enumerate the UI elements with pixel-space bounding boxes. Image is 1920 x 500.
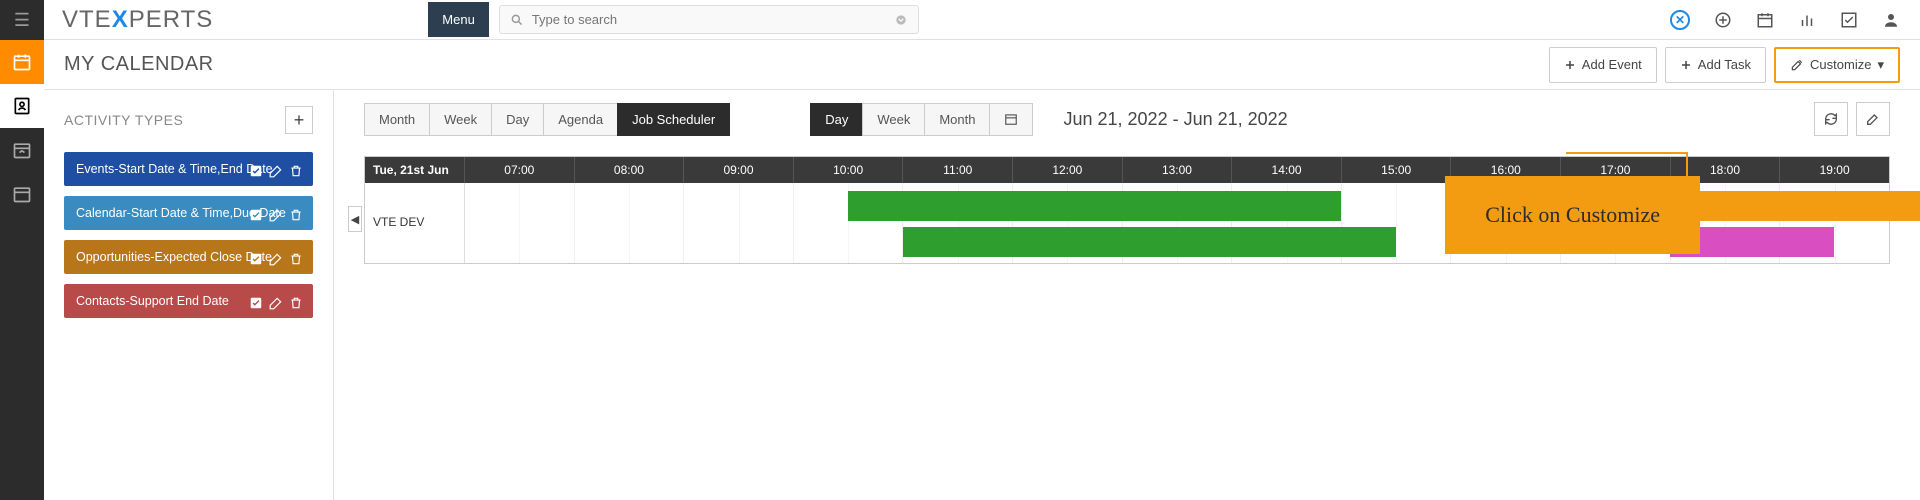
rail-schedule-icon[interactable]: [0, 172, 44, 216]
add-task-button[interactable]: Add Task: [1665, 47, 1766, 83]
timeline-gridline: [575, 183, 685, 263]
activity-type-card[interactable]: Events-Start Date & Time,End Date: [64, 152, 313, 186]
search-icon: [510, 13, 524, 27]
toggle-icon[interactable]: [249, 164, 263, 178]
search-input[interactable]: [532, 12, 894, 27]
customize-button[interactable]: Customize ▾: [1774, 47, 1900, 83]
checkbox-icon[interactable]: [1840, 11, 1858, 29]
rail-share-icon[interactable]: [0, 128, 44, 172]
delete-icon[interactable]: [289, 252, 303, 266]
timeline-hour-header: 11:00: [903, 157, 1013, 183]
activity-type-card[interactable]: Contacts-Support End Date: [64, 284, 313, 318]
date-range-label: Jun 21, 2022 - Jun 21, 2022: [1063, 109, 1287, 130]
calendar-content: MonthWeekDayAgendaJob Scheduler DayWeekM…: [334, 90, 1920, 500]
activity-types-panel: ACTIVITY TYPES + Events-Start Date & Tim…: [44, 90, 334, 500]
menu-button[interactable]: Menu: [428, 2, 489, 37]
view-tab-day[interactable]: Day: [491, 103, 544, 136]
timeline-bar[interactable]: [848, 191, 1341, 221]
display-mode-tabs: MonthWeekDayAgendaJob Scheduler: [364, 103, 730, 136]
range-tab-week[interactable]: Week: [862, 103, 925, 136]
rail-calendar-icon[interactable]: [0, 40, 44, 84]
timeline-hour-header: 15:00: [1342, 157, 1452, 183]
user-icon[interactable]: [1882, 11, 1900, 29]
delete-icon[interactable]: [289, 296, 303, 310]
toggle-icon[interactable]: [249, 208, 263, 222]
activity-type-card[interactable]: Opportunities-Expected Close Date: [64, 240, 313, 274]
timeline-hour-header: 08:00: [575, 157, 685, 183]
timeline-bar[interactable]: [903, 227, 1396, 257]
timeline-hour-header: 09:00: [684, 157, 794, 183]
timeline-hour-header: 07:00: [465, 157, 575, 183]
timeline-gridline: [684, 183, 794, 263]
activity-type-card[interactable]: Calendar-Start Date & Time,Due Date: [64, 196, 313, 230]
logo: VTEXPERTS: [62, 6, 213, 34]
datepicker-button[interactable]: [989, 103, 1033, 136]
topbar-right-icons: ✕: [1670, 10, 1900, 30]
timeline-hour-header: 14:00: [1232, 157, 1342, 183]
chart-icon[interactable]: [1798, 11, 1816, 29]
page-titlebar: MY CALENDAR Add Event Add Task Customize…: [44, 40, 1920, 90]
view-tab-job-scheduler[interactable]: Job Scheduler: [617, 103, 730, 136]
chevron-down-icon[interactable]: [894, 13, 908, 27]
range-tab-day[interactable]: Day: [810, 103, 863, 136]
timeline-hour-header: 12:00: [1013, 157, 1123, 183]
timeline-day-label: Tue, 21st Jun: [365, 157, 465, 183]
timeline-hour-header: 10:00: [794, 157, 904, 183]
settings-button[interactable]: [1856, 102, 1890, 136]
view-tab-week[interactable]: Week: [429, 103, 492, 136]
edit-icon[interactable]: [269, 252, 283, 266]
calendar-icon[interactable]: [1756, 11, 1774, 29]
refresh-button[interactable]: [1814, 102, 1848, 136]
timeline-prev-button[interactable]: ◀: [348, 206, 362, 232]
range-mode-tabs: DayWeekMonth: [810, 103, 1033, 136]
left-nav-rail: ☰: [0, 0, 44, 500]
global-search[interactable]: [499, 5, 919, 34]
view-tab-agenda[interactable]: Agenda: [543, 103, 618, 136]
hamburger-icon[interactable]: ☰: [0, 0, 44, 40]
toggle-icon[interactable]: [249, 252, 263, 266]
timeline-row-label: VTE DEV: [365, 183, 465, 263]
rail-contacts-icon[interactable]: [0, 84, 44, 128]
caret-down-icon: ▾: [1877, 57, 1884, 73]
delete-icon[interactable]: [289, 208, 303, 222]
add-event-button[interactable]: Add Event: [1549, 47, 1657, 83]
edit-icon[interactable]: [269, 208, 283, 222]
add-activity-type-button[interactable]: +: [285, 106, 313, 134]
tutorial-callout: Click on Customize: [1445, 176, 1700, 254]
view-tab-month[interactable]: Month: [364, 103, 430, 136]
brand-circle-icon[interactable]: ✕: [1670, 10, 1690, 30]
edit-icon[interactable]: [269, 164, 283, 178]
activity-types-heading: ACTIVITY TYPES: [64, 112, 183, 128]
timeline-hour-header: 19:00: [1780, 157, 1889, 183]
range-tab-month[interactable]: Month: [924, 103, 990, 136]
timeline-gridline: [465, 183, 575, 263]
add-circle-icon[interactable]: [1714, 11, 1732, 29]
timeline-hour-header: 13:00: [1123, 157, 1233, 183]
toggle-icon[interactable]: [249, 296, 263, 310]
delete-icon[interactable]: [289, 164, 303, 178]
page-title: MY CALENDAR: [64, 53, 214, 76]
edit-icon[interactable]: [269, 296, 283, 310]
topbar: VTEXPERTS Menu ✕: [44, 0, 1920, 40]
